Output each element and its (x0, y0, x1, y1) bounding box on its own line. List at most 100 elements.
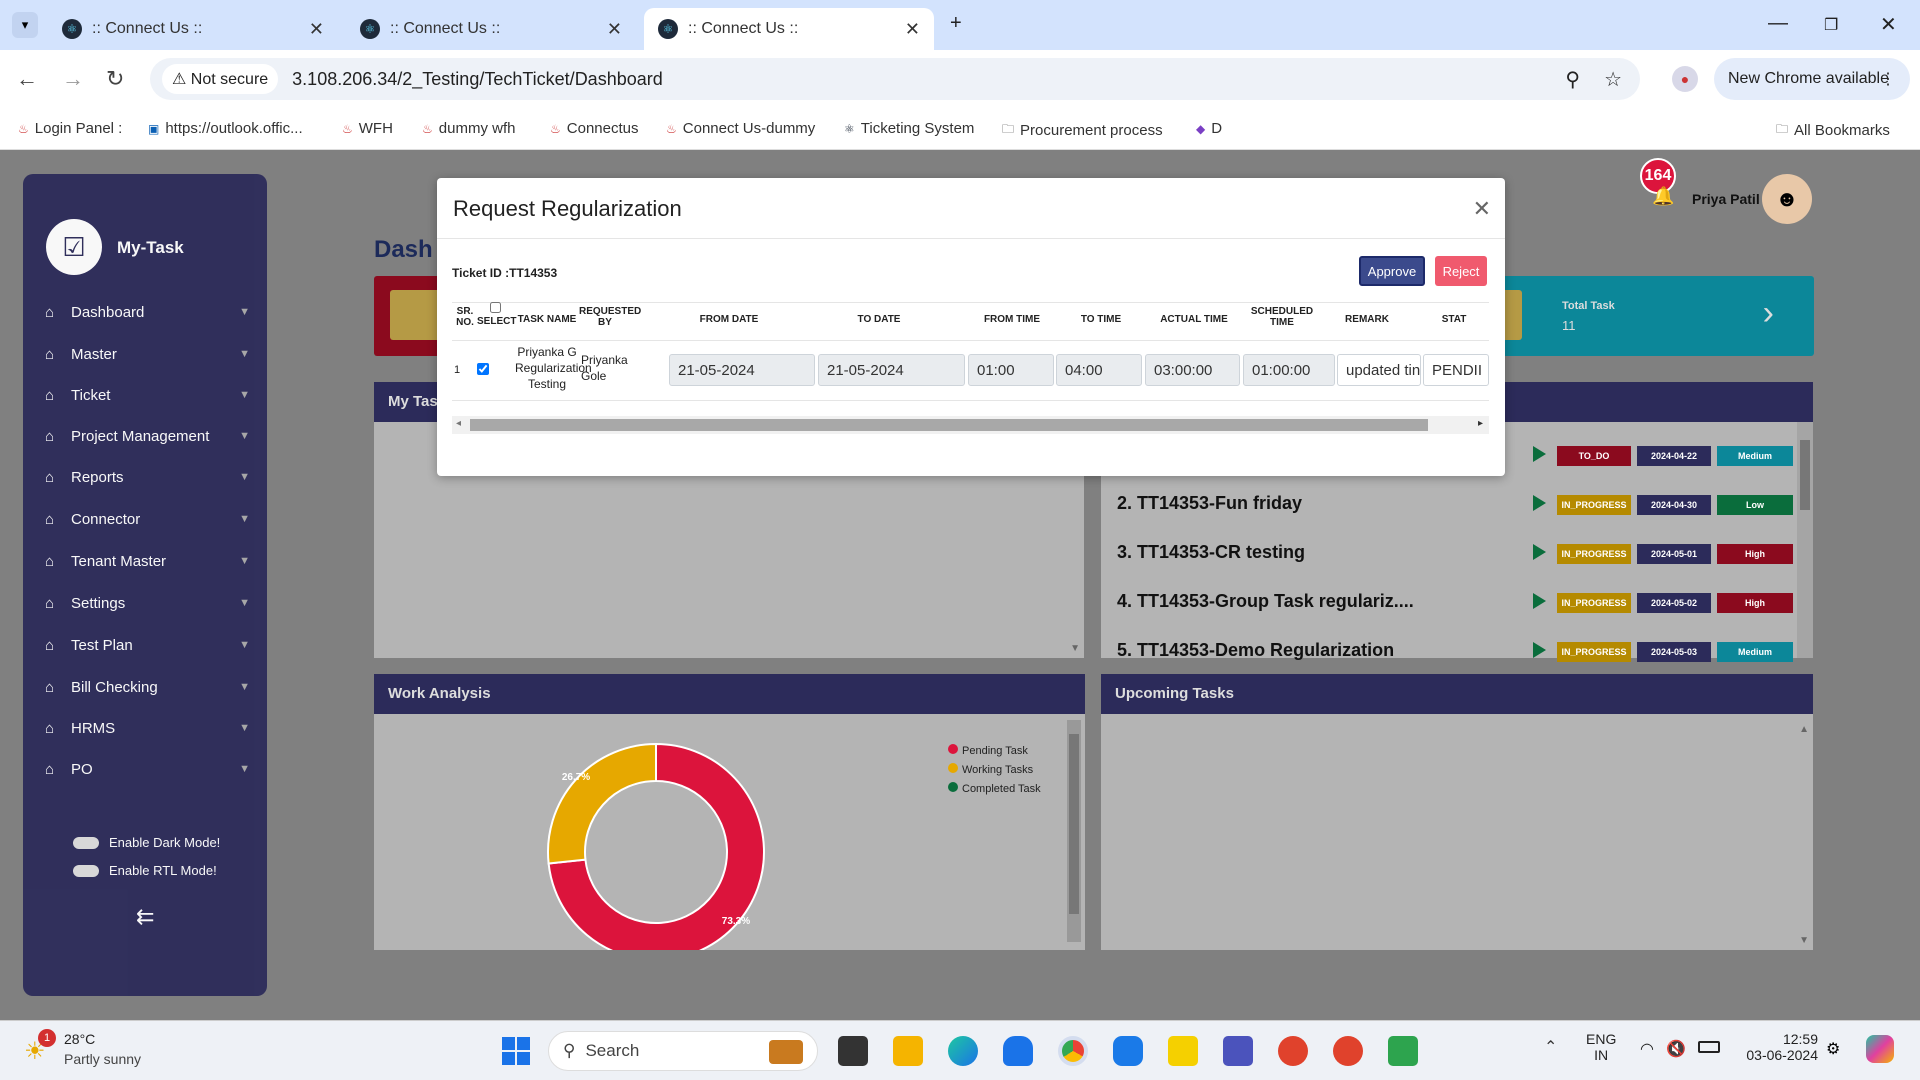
toggle-switch[interactable] (73, 864, 99, 877)
row-select-checkbox[interactable] (477, 363, 489, 375)
scroll-thumb[interactable] (1800, 440, 1810, 510)
windows-start-icon[interactable] (502, 1037, 530, 1065)
task-row[interactable]: 3. TT14353-CR testing IN_PROGRESS 2024-05-… (1101, 538, 1801, 570)
rtl-mode-toggle[interactable]: Enable RTL Mode! (73, 863, 217, 878)
user-name[interactable]: Priya Patil (1692, 191, 1760, 207)
reload-icon[interactable]: ↻ (106, 66, 124, 92)
new-chrome-button[interactable]: New Chrome available ⋮ (1714, 58, 1910, 100)
star-icon[interactable]: ☆ (1604, 67, 1622, 92)
sidebar-item-connector[interactable]: ⌂ Connector ▼ (45, 507, 250, 531)
bell-icon[interactable]: 🔔 (1652, 186, 1674, 207)
weather-text[interactable]: Partly sunny (64, 1051, 141, 1067)
scroll-down-icon[interactable]: ▼ (1070, 643, 1080, 654)
sidebar-item-reports[interactable]: ⌂ Reports ▼ (45, 465, 250, 489)
bookmark[interactable]: ⚛ Ticketing System (844, 120, 974, 137)
bookmark[interactable]: ▣ https://outlook.offic... (148, 120, 303, 137)
restore-icon[interactable]: ❐ (1824, 15, 1838, 35)
omnibox[interactable]: ⚠ Not secure 3.108.206.34/2_Testing/Tech… (150, 58, 1640, 100)
bookmark-folder[interactable]: 🗀 Procurement process (1002, 120, 1163, 141)
play-icon[interactable] (1533, 642, 1546, 658)
forward-icon[interactable]: → (62, 66, 84, 92)
new-tab-icon[interactable]: + (950, 12, 962, 35)
office-icon[interactable] (1278, 1036, 1308, 1066)
scroll-right-icon[interactable]: ▸ (1478, 418, 1483, 429)
to-time-input[interactable]: 04:00 (1056, 354, 1142, 386)
legend-item[interactable]: Working Tasks (948, 763, 1041, 776)
window-close-icon[interactable]: ✕ (1880, 12, 1897, 37)
task-name[interactable]: 2. TT14353-Fun friday (1117, 493, 1302, 514)
scheduled-time-input[interactable]: 01:00:00 (1243, 354, 1335, 386)
actual-time-input[interactable]: 03:00:00 (1145, 354, 1240, 386)
sidebar-item-ticket[interactable]: ⌂ Ticket ▼ (45, 383, 250, 407)
battery-icon[interactable] (1698, 1041, 1720, 1053)
tab-search-icon[interactable]: ▾ (12, 12, 38, 38)
from-time-input[interactable]: 01:00 (968, 354, 1054, 386)
scroll-left-icon[interactable]: ◂ (456, 418, 461, 429)
sticky-notes-icon[interactable] (1168, 1036, 1198, 1066)
bookmark[interactable]: ◆ D (1196, 120, 1222, 137)
scrollbar[interactable] (1067, 720, 1081, 942)
sidebar-item-hrms[interactable]: ⌂ HRMS ▼ (45, 716, 250, 740)
teams-icon[interactable] (1223, 1036, 1253, 1066)
task-name[interactable]: 5. TT14353-Demo Regularization (1117, 640, 1394, 661)
minimize-icon[interactable]: — (1768, 12, 1788, 35)
tab-2[interactable]: ⚛:: Connect Us :: ✕ (346, 8, 636, 50)
scroll-thumb[interactable] (1069, 734, 1079, 914)
task-row[interactable]: 2. TT14353-Fun friday IN_PROGRESS 2024-04-… (1101, 489, 1801, 521)
from-date-input[interactable]: 21-05-2024 (669, 354, 815, 386)
select-all-checkbox[interactable] (489, 302, 501, 313)
total-task-card[interactable]: Total Task 11 › (1482, 276, 1814, 356)
scroll-down-icon[interactable]: ▼ (1799, 935, 1809, 946)
zoom-icon[interactable]: ⚲ (1565, 67, 1580, 92)
task-row[interactable]: 4. TT14353-Group Task regulariz.... IN_PR… (1101, 587, 1801, 619)
task-name[interactable]: 4. TT14353-Group Task regulariz.... (1117, 591, 1414, 612)
sidebar-item-bill-checking[interactable]: ⌂ Bill Checking ▼ (45, 675, 250, 699)
legend-item[interactable]: Pending Task (948, 744, 1041, 757)
edge-icon[interactable] (948, 1036, 978, 1066)
scroll-up-icon[interactable]: ▲ (1799, 724, 1809, 735)
approve-button[interactable]: Approve (1359, 256, 1425, 286)
settings-icon[interactable]: ⚙ (1826, 1039, 1840, 1059)
sidebar-item-master[interactable]: ⌂ Master ▼ (45, 342, 250, 366)
play-icon[interactable] (1533, 446, 1546, 462)
wps-icon[interactable] (1333, 1036, 1363, 1066)
wifi-icon[interactable]: ◠ (1640, 1039, 1654, 1059)
horizontal-scrollbar[interactable]: ◂ ▸ (452, 416, 1489, 434)
task-name[interactable]: 3. TT14353-CR testing (1117, 542, 1305, 563)
play-icon[interactable] (1533, 544, 1546, 560)
language-indicator[interactable]: ENG IN (1586, 1031, 1616, 1063)
task-view-icon[interactable] (838, 1036, 868, 1066)
back-icon[interactable]: ← (16, 66, 38, 92)
chevron-up-icon[interactable]: ⌃ (1544, 1037, 1557, 1057)
bookmark[interactable]: ♨ WFH (342, 120, 393, 137)
taskbar-search[interactable]: ⚲ Search (548, 1031, 818, 1071)
close-icon[interactable]: ✕ (309, 19, 324, 40)
download-icon[interactable] (1388, 1036, 1418, 1066)
to-date-input[interactable]: 21-05-2024 (818, 354, 965, 386)
copilot-icon[interactable] (1866, 1035, 1894, 1063)
tab-1[interactable]: ⚛:: Connect Us :: ✕ (48, 8, 338, 50)
bookmark[interactable]: ♨ Login Panel : (18, 120, 122, 137)
close-icon[interactable]: ✕ (905, 19, 920, 40)
url-text[interactable]: 3.108.206.34/2_Testing/TechTicket/Dashbo… (292, 69, 663, 90)
weather-temp[interactable]: 28°C (64, 1031, 95, 1047)
collapse-sidebar-icon[interactable]: ⇇ (136, 904, 154, 930)
play-icon[interactable] (1533, 593, 1546, 609)
chevron-right-icon[interactable]: › (1763, 294, 1774, 333)
play-icon[interactable] (1533, 495, 1546, 511)
reject-button[interactable]: Reject (1435, 256, 1487, 286)
menu-icon[interactable]: ⋮ (1880, 69, 1896, 89)
close-icon[interactable]: ✕ (607, 19, 622, 40)
legend-item[interactable]: Completed Task (948, 782, 1041, 795)
clock[interactable]: 12:59 03-06-2024 (1744, 1031, 1818, 1063)
bookmark[interactable]: ♨ dummy wfh (422, 120, 515, 137)
onedrive-icon[interactable] (1003, 1036, 1033, 1066)
bookmark[interactable]: ♨ Connect Us-dummy (666, 120, 815, 137)
sidebar-item-test-plan[interactable]: ⌂ Test Plan ▼ (45, 633, 250, 657)
sidebar-item-project-management[interactable]: ⌂ Project Management ▼ (45, 424, 250, 448)
sidebar-item-settings[interactable]: ⌂ Settings ▼ (45, 591, 250, 615)
scroll-thumb[interactable] (470, 419, 1428, 431)
dark-mode-toggle[interactable]: Enable Dark Mode! (73, 835, 220, 850)
sidebar-item-po[interactable]: ⌂ PO ▼ (45, 757, 250, 781)
donut-slice-working-tasks[interactable] (547, 742, 657, 865)
